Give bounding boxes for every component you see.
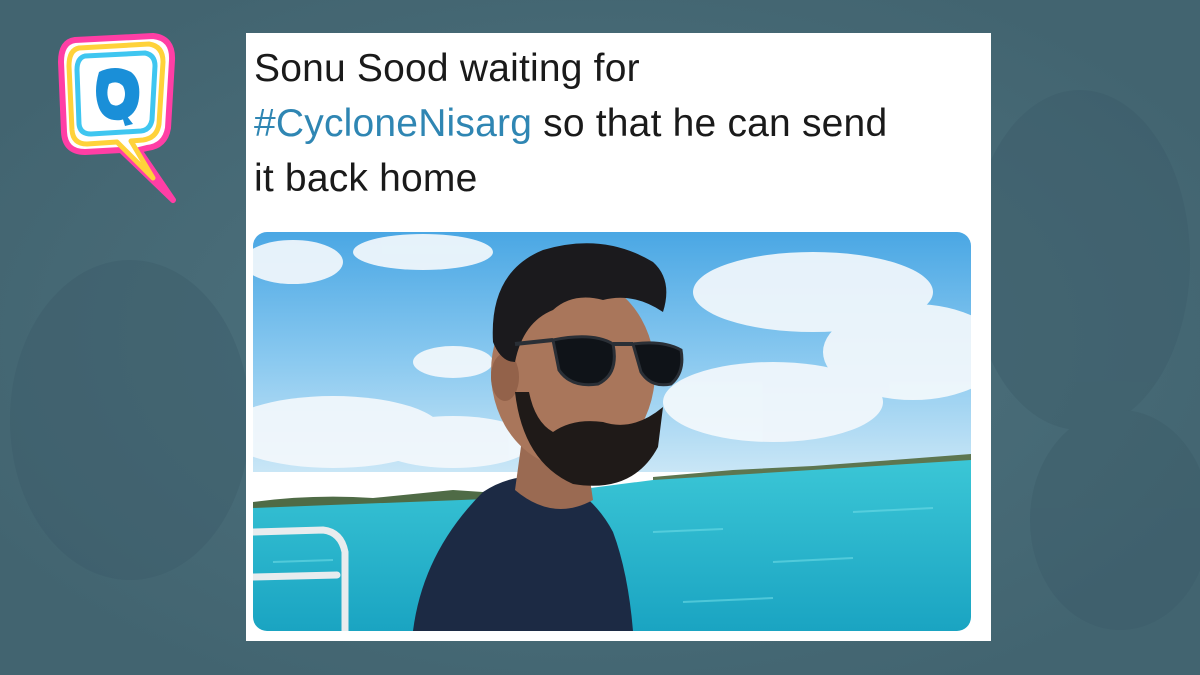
hashtag-link[interactable]: #CycloneNisarg [254, 102, 532, 145]
tweet-card: Sonu Sood waiting for #CycloneNisarg so … [246, 33, 991, 641]
man-sunglasses-sea-photo [253, 232, 971, 631]
tweet-line-3: it back home [254, 157, 478, 200]
tweet-line-1: Sonu Sood waiting for [254, 47, 640, 90]
tweet-line-2: so that he can send [532, 102, 888, 145]
tweet-text: Sonu Sood waiting for #CycloneNisarg so … [254, 41, 974, 206]
the-quint-logo-icon [58, 33, 176, 203]
tweet-photo[interactable] [253, 232, 971, 631]
